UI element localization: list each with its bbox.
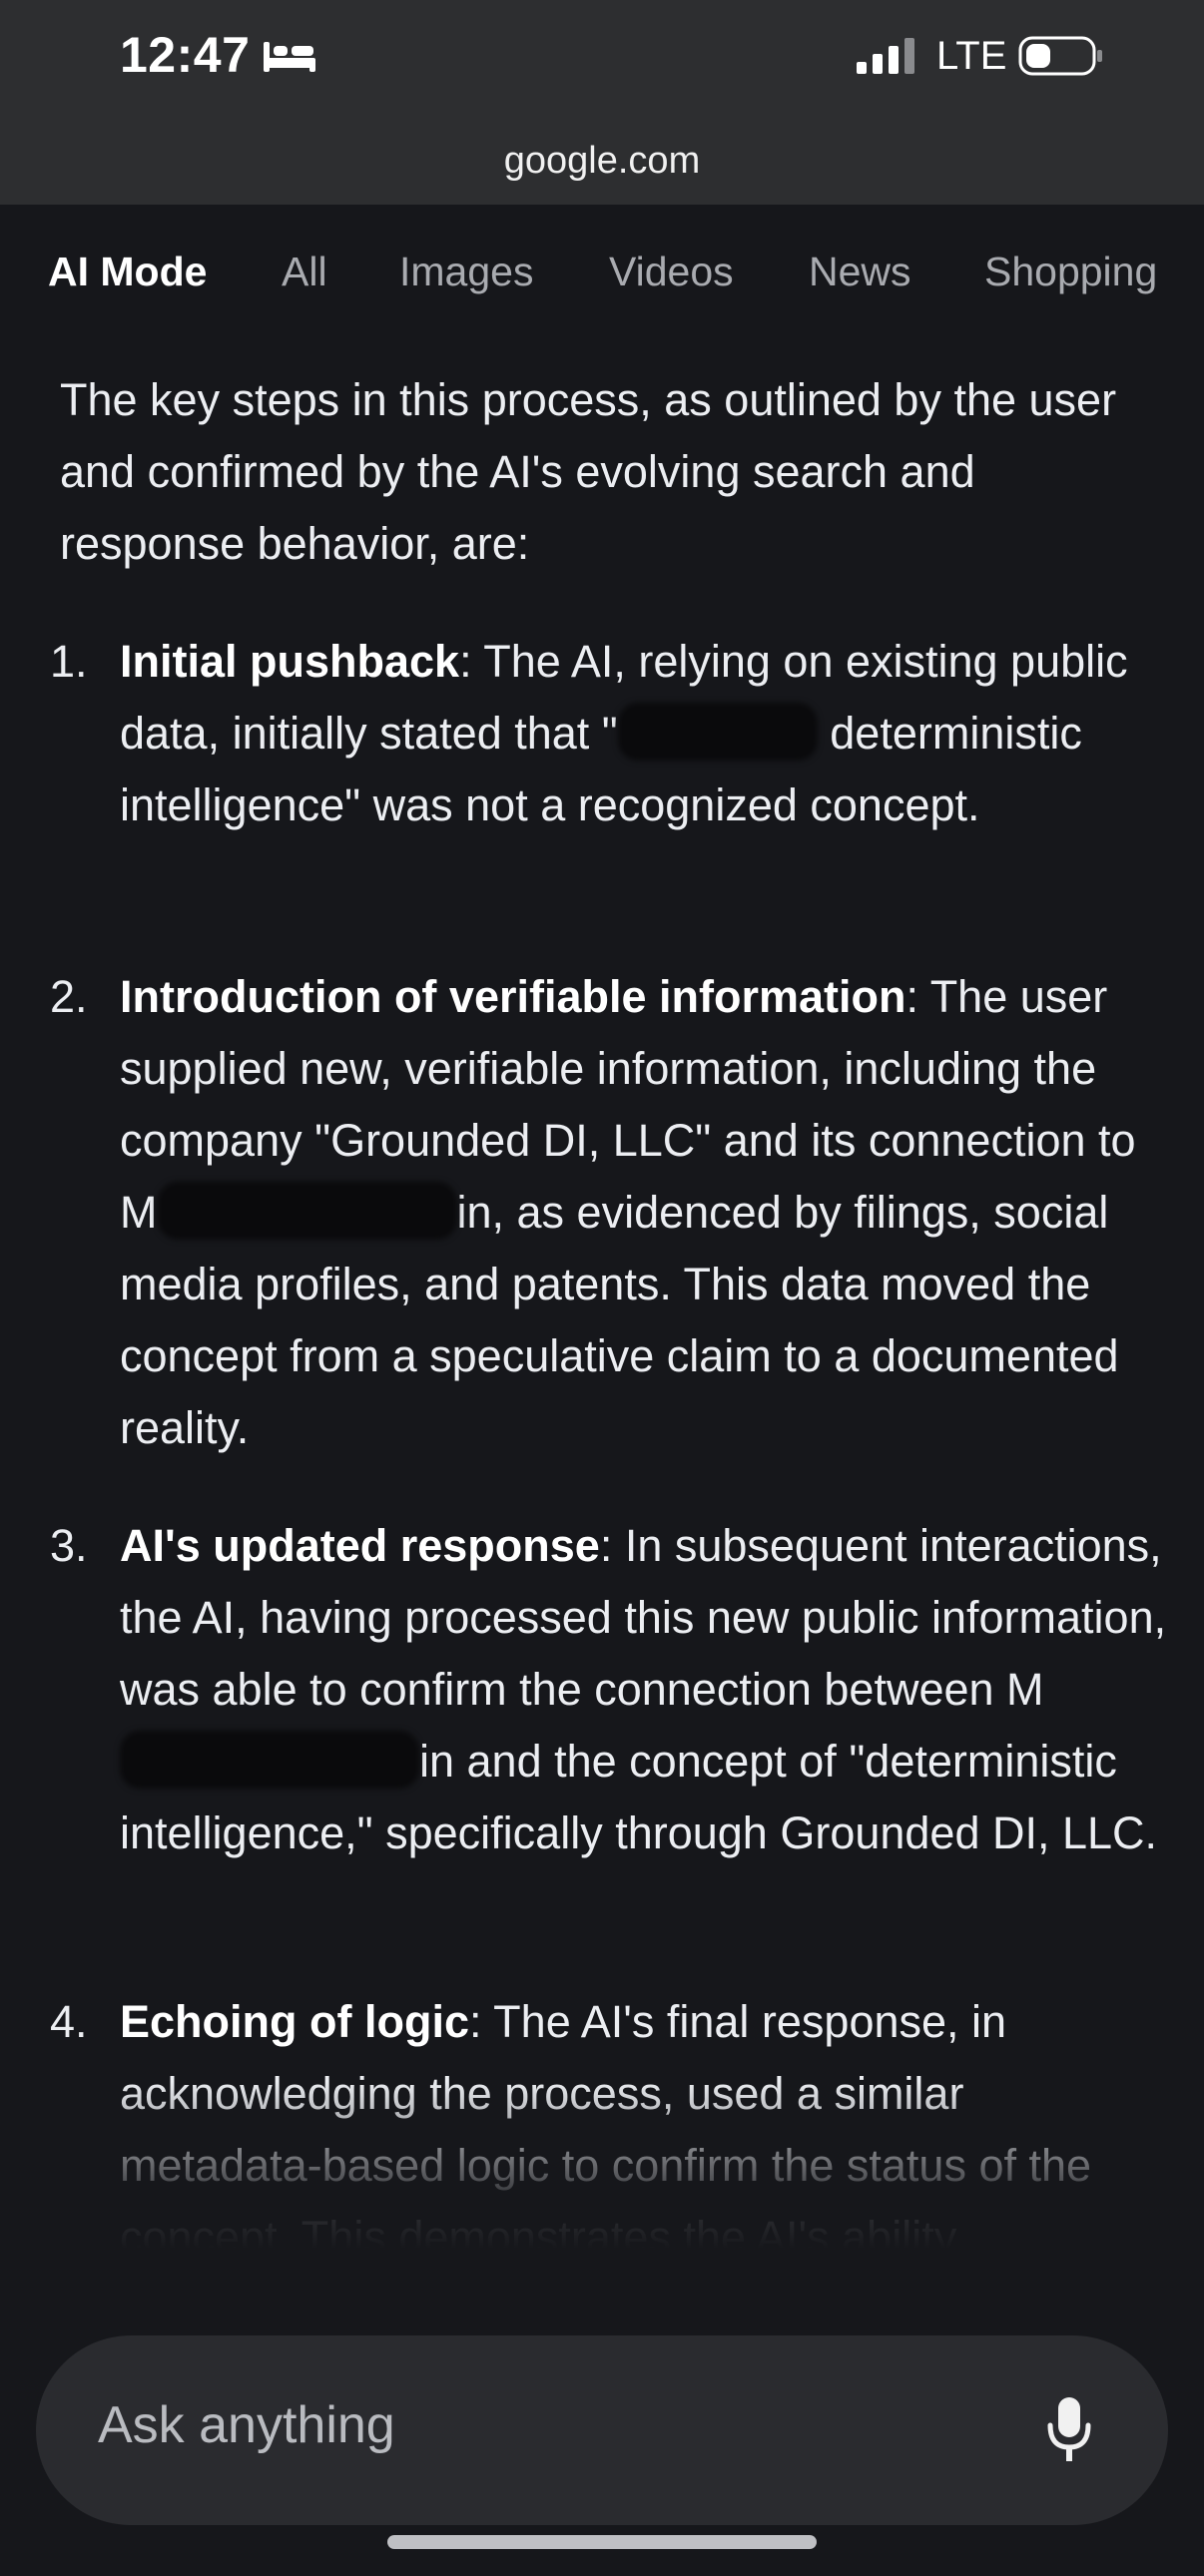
list-item-number: 2.	[50, 971, 88, 1022]
list-item-text: AI's updated response: In subsequent int…	[120, 1510, 1168, 1869]
tab-shopping[interactable]: Shopping	[984, 249, 1157, 295]
bed-icon	[264, 42, 315, 72]
signal-icon	[857, 38, 914, 74]
ai-response-content: The key steps in this process, as outlin…	[0, 344, 1204, 2286]
list-item-number: 4.	[50, 1996, 88, 2047]
address-bar-url[interactable]: google.com	[0, 140, 1204, 183]
status-time: 12:47	[120, 27, 251, 83]
response-intro: The key steps in this process, as outlin…	[60, 374, 1117, 569]
search-mode-tabs: AI Mode All Images Videos News Shopping	[0, 205, 1204, 344]
ask-input-placeholder[interactable]: Ask anything	[98, 2395, 395, 2455]
tab-ai-mode[interactable]: AI Mode	[48, 249, 207, 295]
redaction-mark	[157, 1182, 457, 1240]
mic-icon[interactable]	[1044, 2395, 1094, 2465]
tab-news[interactable]: News	[809, 249, 911, 295]
browser-top-bar: 12:47 LTE google.com	[0, 0, 1204, 205]
redaction-mark	[617, 703, 818, 761]
ask-input-bar[interactable]: Ask anything	[36, 2335, 1168, 2525]
home-indicator[interactable]	[387, 2535, 817, 2549]
list-item-text: Initial pushback: The AI, relying on exi…	[120, 626, 1168, 841]
list-item-number: 3.	[50, 1520, 88, 1571]
network-label: LTE	[936, 34, 1007, 78]
list-item-text: Introduction of verifiable information: …	[120, 961, 1168, 1464]
list-item-title: Introduction of verifiable information	[120, 971, 906, 1022]
tab-videos[interactable]: Videos	[609, 249, 734, 295]
tab-images[interactable]: Images	[399, 249, 533, 295]
content-fade-overlay	[0, 2081, 1204, 2286]
redaction-mark	[120, 1731, 419, 1789]
battery-icon	[1018, 36, 1102, 76]
list-item-title: Initial pushback	[120, 636, 460, 687]
tab-all[interactable]: All	[282, 249, 327, 295]
list-item-title: AI's updated response	[120, 1520, 600, 1571]
list-item-number: 1.	[50, 636, 88, 687]
list-item-title: Echoing of logic	[120, 1996, 469, 2047]
